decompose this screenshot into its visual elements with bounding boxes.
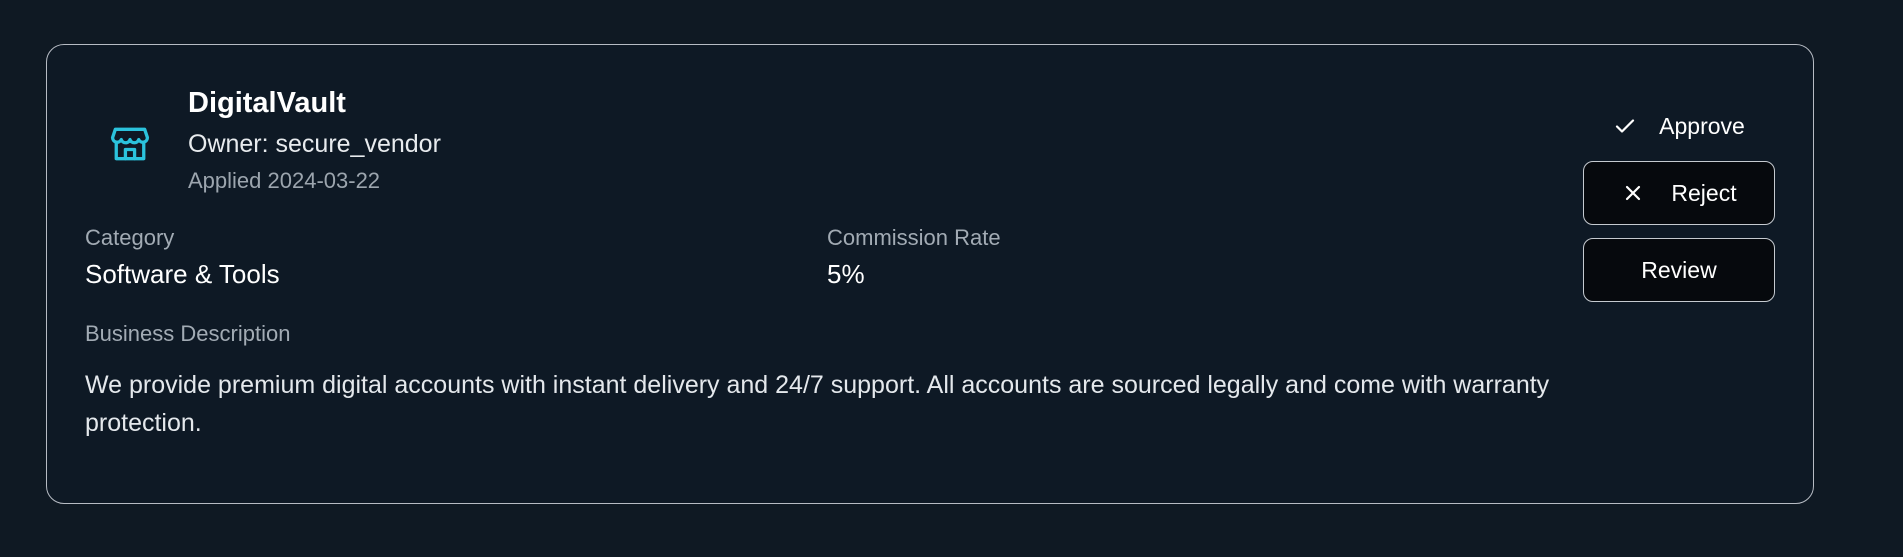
vendor-name: DigitalVault xyxy=(188,87,346,119)
applied-date: Applied 2024-03-22 xyxy=(188,168,381,193)
review-label: Review xyxy=(1641,256,1717,283)
category-label: Category xyxy=(85,225,175,250)
store-icon xyxy=(104,118,156,170)
x-icon xyxy=(1621,181,1645,205)
business-description-label: Business Description xyxy=(85,321,291,346)
commission-rate-value: 5% xyxy=(827,259,865,289)
check-icon xyxy=(1613,114,1637,138)
commission-rate-label: Commission Rate xyxy=(827,225,1001,250)
approve-label: Approve xyxy=(1659,112,1745,139)
category-value: Software & Tools xyxy=(85,259,280,289)
vendor-owner: Owner: secure_vendor xyxy=(188,130,441,158)
vendor-application-card: DigitalVault Owner: secure_vendor Applie… xyxy=(46,44,1814,504)
reject-label: Reject xyxy=(1671,179,1737,206)
reject-button[interactable]: Reject xyxy=(1583,161,1775,225)
review-button[interactable]: Review xyxy=(1583,238,1775,302)
business-description-text: We provide premium digital accounts with… xyxy=(85,371,1550,437)
approve-button[interactable]: Approve xyxy=(1583,95,1775,157)
